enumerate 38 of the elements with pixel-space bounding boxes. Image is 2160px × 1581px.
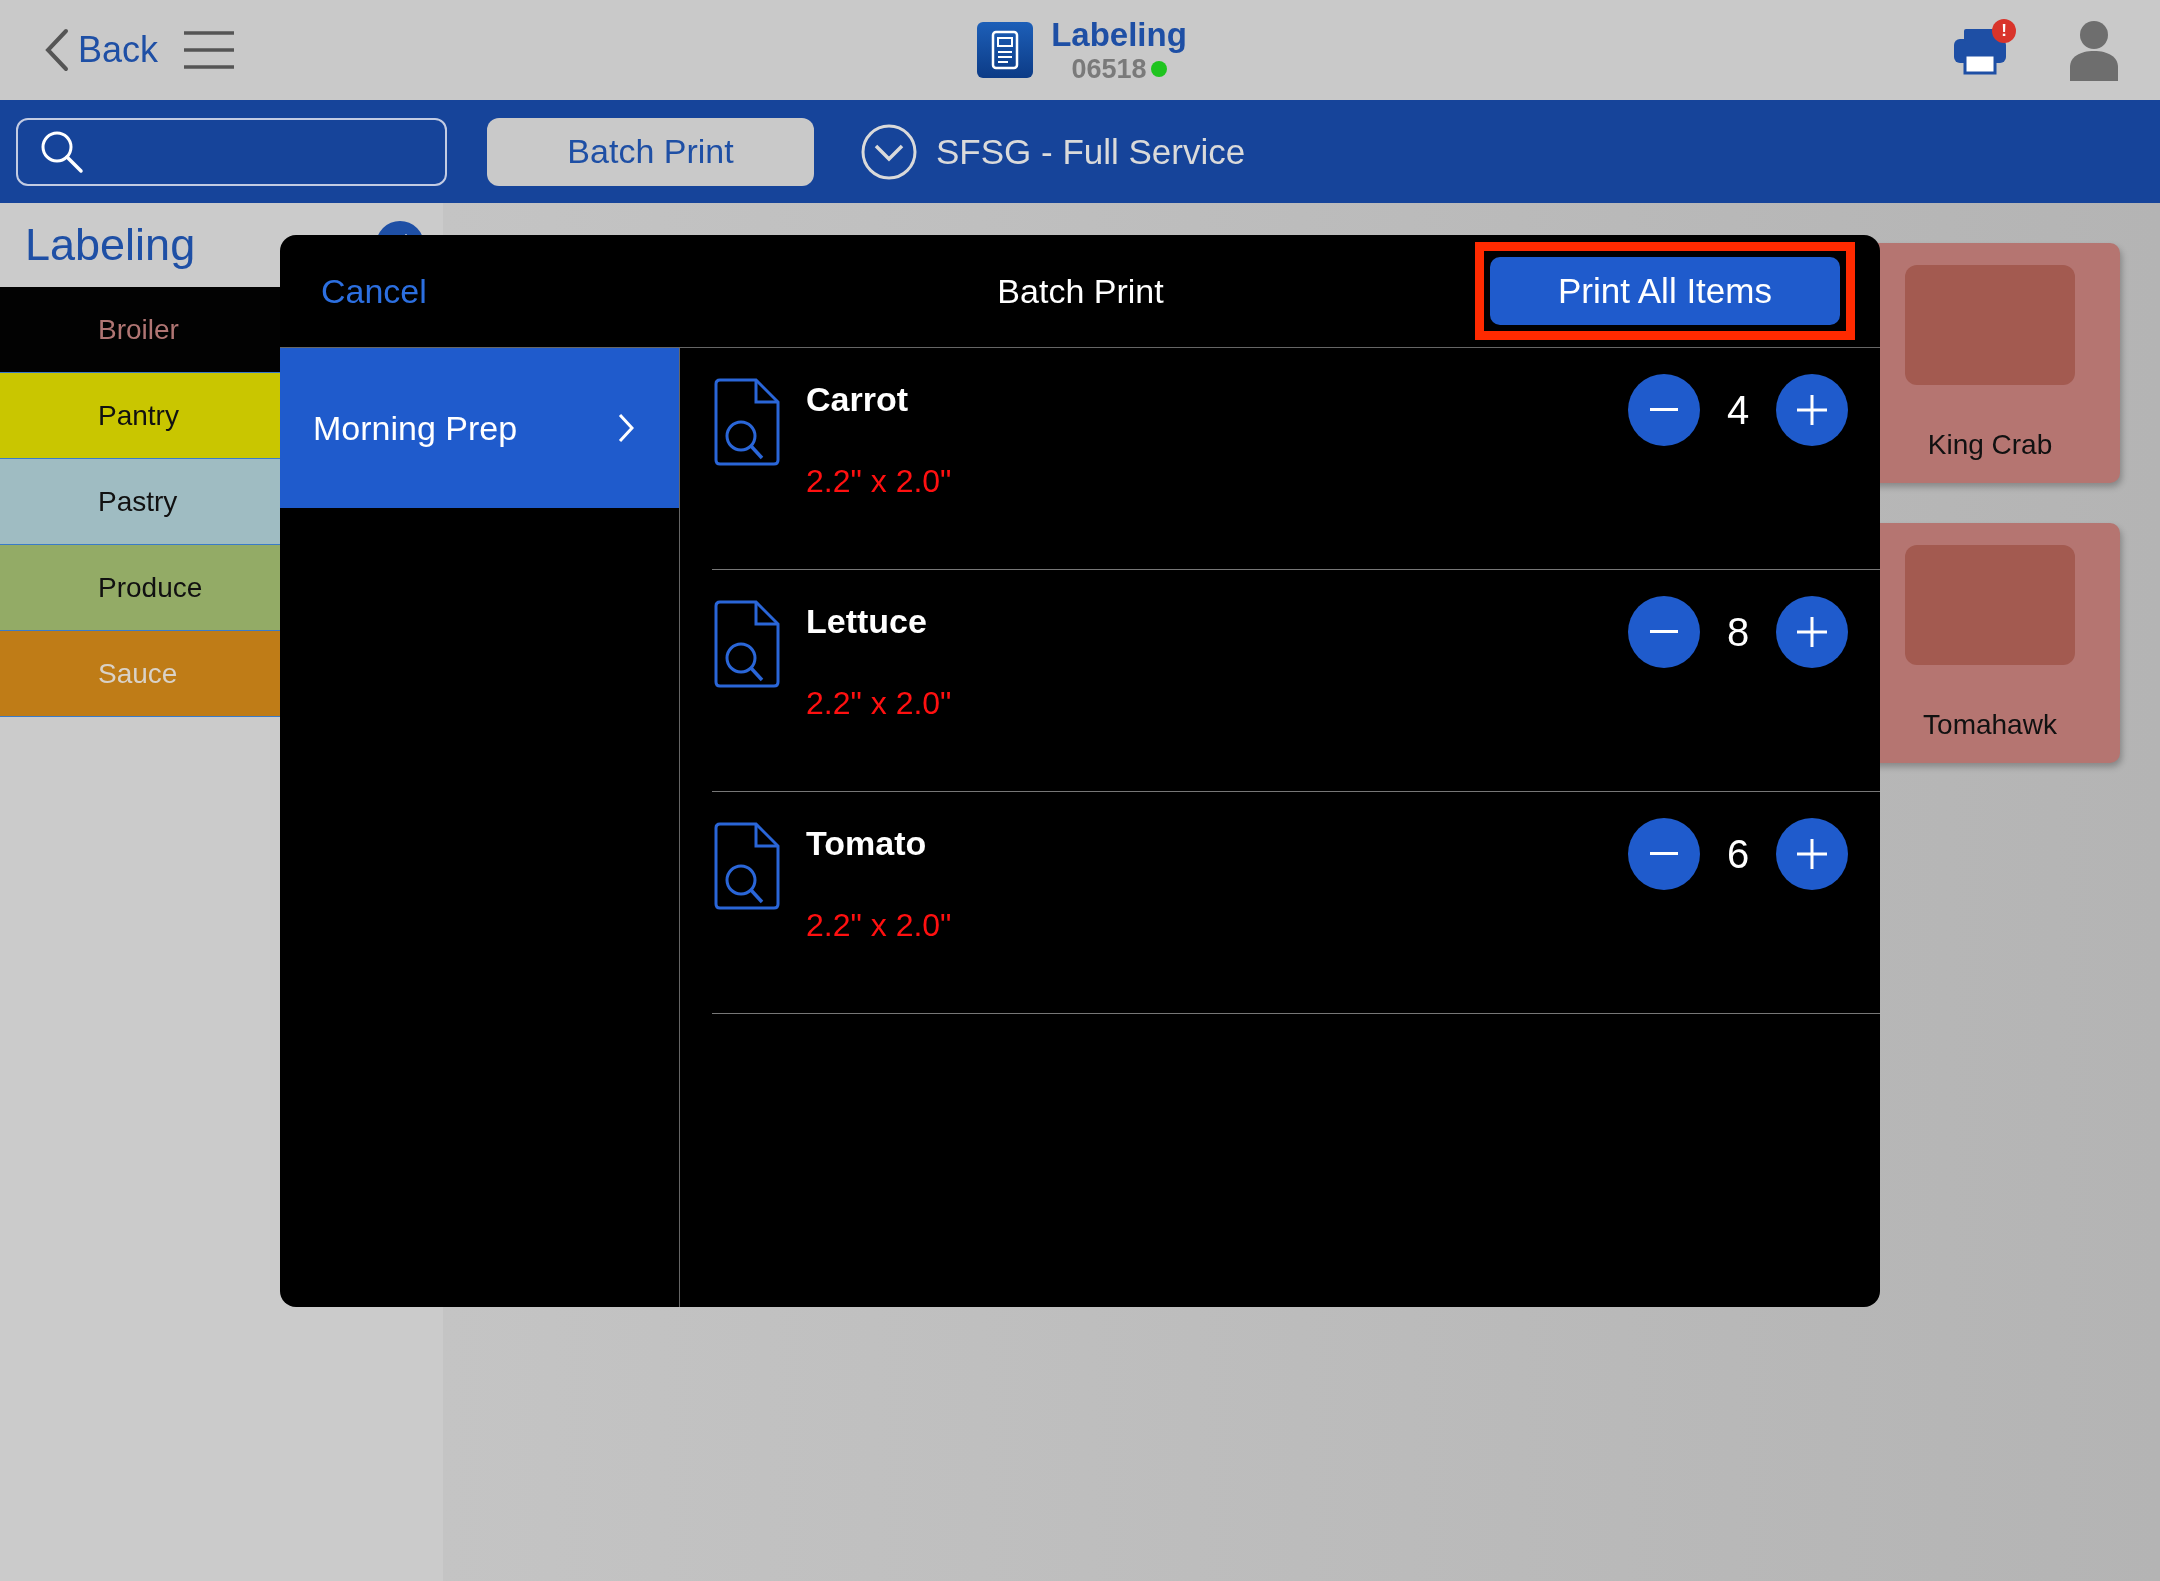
document-search-icon[interactable] [712,378,780,466]
label-size: 2.2" x 2.0" [806,907,953,944]
quantity: 8 [1725,609,1751,655]
back-button[interactable]: Back [44,28,159,72]
quantity: 4 [1725,387,1751,433]
item-name: Lettuce [806,602,928,641]
item-name: Carrot [806,380,910,419]
dialog-title: Batch Print [997,271,1164,311]
app-icon [977,22,1034,78]
user-icon[interactable] [2068,19,2120,81]
plus-icon [1796,616,1828,648]
section-title: Labeling [25,219,196,271]
chevron-left-icon [44,28,70,72]
document-search-icon[interactable] [712,600,780,688]
dropdown-icon[interactable] [860,122,918,181]
label-size: 2.2" x 2.0" [806,685,953,722]
document-search-icon[interactable] [712,822,780,910]
minus-icon [1650,408,1678,412]
batch-print-button[interactable]: Batch Print [487,117,814,186]
item-name: Tomato [806,824,928,863]
search-icon [40,129,84,174]
search-field[interactable] [16,117,447,186]
card-label: Tomahawk [1923,709,2057,741]
minus-icon [1650,852,1678,856]
quantity: 6 [1725,831,1751,877]
minus-icon [1650,630,1678,634]
location-name[interactable]: SFSG - Full Service [936,131,1246,172]
app-title: Labeling [1051,15,1187,54]
card-label: King Crab [1927,429,2053,461]
print-all-button[interactable]: Print All Items [1490,257,1840,325]
group-item[interactable]: Morning Prep [280,348,679,508]
alert-badge: ! [1992,19,2016,43]
plus-icon [1796,394,1828,426]
label-size: 2.2" x 2.0" [806,463,953,500]
device-id: 06518 [1071,53,1147,85]
menu-icon[interactable] [182,30,237,70]
plus-icon [1796,838,1828,870]
chevron-right-icon [618,413,634,443]
